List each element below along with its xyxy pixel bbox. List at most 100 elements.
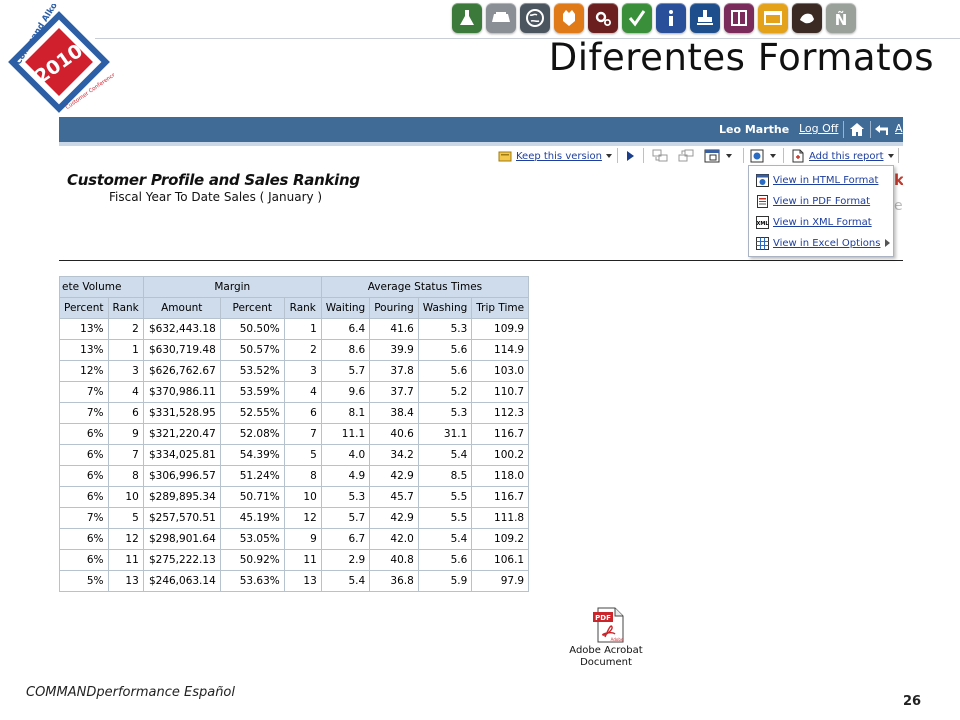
add-report-control[interactable]: Add this report xyxy=(790,147,894,165)
add-report-link[interactable]: Add this report xyxy=(809,151,884,162)
column-header[interactable]: Rank xyxy=(107,297,144,319)
table-cell: 2 xyxy=(283,339,322,361)
run-button[interactable] xyxy=(625,147,635,165)
table-cell: $331,528.95 xyxy=(142,402,221,424)
layout-control[interactable] xyxy=(704,147,732,165)
table-cell: 7% xyxy=(59,381,109,403)
table-cell: 4.9 xyxy=(320,465,371,487)
column-header[interactable]: Rank xyxy=(283,297,322,319)
split-panel-icon[interactable] xyxy=(724,3,754,33)
excel-icon xyxy=(756,236,769,250)
table-cell: 4 xyxy=(283,381,322,403)
gears-icon[interactable] xyxy=(588,3,618,33)
return-icon[interactable] xyxy=(873,121,891,138)
column-header[interactable]: Waiting xyxy=(320,297,371,319)
dropdown-arrow-icon[interactable] xyxy=(605,154,612,158)
table-cell: 8 xyxy=(107,465,144,487)
table-cell: 45.19% xyxy=(219,507,285,529)
column-header[interactable]: Washing xyxy=(417,297,473,319)
divider xyxy=(843,121,844,138)
table-cell: 1 xyxy=(107,339,144,361)
table-cell: 112.3 xyxy=(471,402,530,424)
table-cell: 3 xyxy=(283,360,322,382)
table-cell: 109.9 xyxy=(471,318,530,340)
view-format-control[interactable] xyxy=(750,147,776,165)
table-cell: $630,719.48 xyxy=(142,339,221,361)
drill-up-button[interactable] xyxy=(678,147,696,165)
column-header[interactable]: Trip Time xyxy=(471,297,530,319)
divider xyxy=(870,121,871,138)
keep-version-link[interactable]: Keep this version xyxy=(516,151,602,162)
dropdown-arrow-icon[interactable] xyxy=(887,154,894,158)
table-cell: 4 xyxy=(107,381,144,403)
table-cell: 39.9 xyxy=(369,339,419,361)
divider xyxy=(743,148,744,163)
table-cell: 34.2 xyxy=(369,444,419,466)
page-number: 26 xyxy=(903,694,922,709)
drill-down-icon xyxy=(652,149,668,162)
table-cell: $246,063.14 xyxy=(142,570,221,592)
column-header[interactable]: Amount xyxy=(142,297,221,319)
table-cell: 2.9 xyxy=(320,549,371,571)
column-header[interactable]: Percent xyxy=(59,297,109,319)
column-header[interactable]: Pouring xyxy=(369,297,419,319)
menu-item-html[interactable]: View in HTML Format xyxy=(749,170,893,190)
report-title: Customer Profile and Sales Ranking xyxy=(67,171,360,189)
table-cell: 6 xyxy=(107,402,144,424)
table-row: 6% 9 $321,220.47 52.08% 7 11.1 40.6 31.1 116.7 xyxy=(59,423,530,445)
logoff-link[interactable]: Log Off xyxy=(799,122,838,135)
table-cell: 50.92% xyxy=(219,549,285,571)
drill-down-button[interactable] xyxy=(652,147,670,165)
hand-icon[interactable] xyxy=(792,3,822,33)
home-icon[interactable] xyxy=(848,121,866,138)
table-cell: 42.0 xyxy=(369,528,419,550)
globe-icon[interactable] xyxy=(520,3,550,33)
table-cell: 5.4 xyxy=(417,444,473,466)
n-tilde-icon[interactable]: Ñ xyxy=(826,3,856,33)
table-cell: 9 xyxy=(283,528,322,550)
menu-item-pdf[interactable]: View in PDF Format xyxy=(749,191,893,211)
table-cell: 52.08% xyxy=(219,423,285,445)
add-doc-icon xyxy=(790,149,806,163)
table-cell: 50.71% xyxy=(219,486,285,508)
table-row: 7% 6 $331,528.95 52.55% 6 8.1 38.4 5.3 112.3 xyxy=(59,402,530,424)
badge-icon[interactable] xyxy=(554,3,584,33)
attachment-caption[interactable]: Adobe Acrobat Document xyxy=(558,645,654,669)
table-cell: 9 xyxy=(107,423,144,445)
drill-up-icon xyxy=(678,149,694,162)
table-cell: 12 xyxy=(107,528,144,550)
truncated-link[interactable]: A xyxy=(895,122,903,135)
adobe-pdf-icon[interactable]: PDF Adobe xyxy=(593,607,625,643)
flask-icon[interactable] xyxy=(452,3,482,33)
table-cell: 45.7 xyxy=(369,486,419,508)
keep-version-control[interactable]: Keep this version xyxy=(497,147,612,165)
attachment-caption-line: Document xyxy=(580,657,632,668)
table-cell: 13 xyxy=(107,570,144,592)
table-cell: 10 xyxy=(107,486,144,508)
menu-item-label: View in PDF Format xyxy=(773,195,871,207)
dropdown-arrow-icon[interactable] xyxy=(726,154,732,158)
window-icon[interactable] xyxy=(758,3,788,33)
table-cell: 13% xyxy=(59,318,109,340)
dropdown-arrow-icon[interactable] xyxy=(770,154,776,158)
menu-item-excel[interactable]: View in Excel Options xyxy=(749,233,893,253)
submenu-arrow-icon[interactable] xyxy=(885,239,891,247)
truncated-text: k xyxy=(894,171,903,189)
table-cell: $632,443.18 xyxy=(142,318,221,340)
menu-item-xml[interactable]: XML View in XML Format xyxy=(749,212,893,232)
column-header[interactable]: Percent xyxy=(219,297,285,319)
table-cell: 5.3 xyxy=(417,402,473,424)
table-cell: 53.52% xyxy=(219,360,285,382)
group-header: ete Volume xyxy=(59,276,144,298)
info-icon[interactable] xyxy=(656,3,686,33)
report-viewer: Leo Marthe Log Off A Keep this version A… xyxy=(59,117,903,264)
tray-icon[interactable] xyxy=(486,3,516,33)
checkmark-icon[interactable] xyxy=(622,3,652,33)
table-cell: 7 xyxy=(107,444,144,466)
divider xyxy=(617,148,618,163)
svg-text:PDF: PDF xyxy=(595,614,611,622)
divider xyxy=(783,148,784,163)
table-cell: 4.0 xyxy=(320,444,371,466)
stamp-icon[interactable] xyxy=(690,3,720,33)
user-name: Leo Marthe xyxy=(719,123,790,136)
